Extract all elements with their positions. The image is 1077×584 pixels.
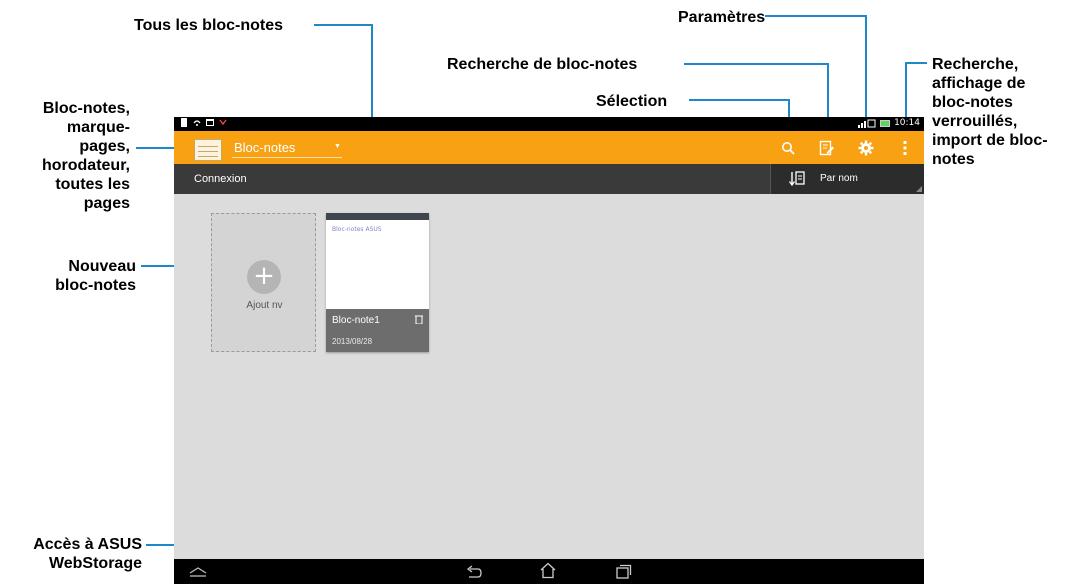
- screen-notification-icon: [206, 119, 214, 126]
- notebook-card[interactable]: Bloc-notes ASUS Bloc-note1 2013/08/28: [326, 213, 429, 352]
- callout-recherche-bloc-notes: Recherche de bloc-notes: [447, 56, 638, 73]
- wifi-notification-icon: [193, 120, 201, 126]
- selector-underline: [232, 157, 342, 158]
- gear-icon: [858, 140, 874, 156]
- system-navigation-bar: [174, 559, 924, 584]
- sort-dropdown-corner: [916, 186, 922, 192]
- overflow-menu-button[interactable]: [895, 138, 915, 158]
- callout-selection: Sélection: [596, 93, 668, 110]
- new-notebook-card[interactable]: + Ajout nv: [211, 213, 316, 352]
- sort-icon: [789, 171, 805, 186]
- menu-up-icon[interactable]: [189, 567, 207, 577]
- sort-selector[interactable]: Par nom: [770, 164, 924, 194]
- back-icon[interactable]: [466, 564, 482, 578]
- sort-label: Par nom: [820, 173, 858, 184]
- tablet-screen: 10:14 Bloc-notes ▼ Connexion Par nom + A…: [174, 117, 924, 584]
- callout-tous-bloc-notes: Tous les bloc-notes: [134, 17, 284, 34]
- settings-button[interactable]: [856, 138, 876, 158]
- notebook-menu-icon[interactable]: [415, 315, 423, 324]
- action-bar: Bloc-notes ▼: [174, 131, 924, 164]
- battery-icon: [880, 119, 891, 127]
- status-time: 10:14: [894, 118, 920, 128]
- edit-notebook-button[interactable]: [817, 138, 837, 158]
- callout-acces-webstorage: Accès à ASUS WebStorage: [33, 536, 142, 572]
- notebook-type-selector[interactable]: Bloc-notes: [234, 140, 295, 155]
- supernote-logo[interactable]: [194, 139, 222, 161]
- callout-recherche-affichage: Recherche, affichage de bloc-notes verro…: [932, 56, 1048, 168]
- notebook-date: 2013/08/28: [332, 337, 373, 346]
- notebook-name: Bloc-note1: [332, 315, 380, 326]
- leader-line: [905, 62, 927, 64]
- callout-nouveau-bloc-notes: Nouveau bloc-notes: [55, 258, 136, 294]
- leader-line: [314, 24, 373, 26]
- recent-apps-icon[interactable]: [616, 564, 632, 579]
- new-notebook-label: Ajout nv: [246, 300, 283, 311]
- overflow-menu-icon: [903, 141, 907, 155]
- leader-line: [689, 99, 790, 101]
- dropdown-arrow-icon[interactable]: ▼: [334, 143, 341, 150]
- signal-icon: [858, 119, 876, 128]
- notebook-cover-strip: [326, 213, 429, 220]
- status-bar: 10:14: [174, 117, 924, 131]
- webstorage-login-link[interactable]: Connexion: [194, 173, 247, 185]
- search-icon: [782, 142, 795, 155]
- leader-line: [684, 63, 829, 65]
- leader-line: [765, 15, 867, 17]
- home-icon[interactable]: [540, 562, 556, 579]
- document-notification-icon: [181, 118, 187, 127]
- sub-bar: Connexion Par nom: [174, 164, 924, 194]
- notebook-footer: Bloc-note1 2013/08/28: [326, 309, 429, 352]
- add-icon: +: [247, 260, 281, 294]
- notebook-preview-text: Bloc-notes ASUS: [332, 226, 382, 233]
- callout-parametres: Paramètres: [678, 9, 766, 26]
- callout-bloc-notes-marque-pages: Bloc-notes, marque- pages, horodateur, t…: [41, 100, 130, 212]
- missed-call-icon: [219, 119, 227, 126]
- edit-notebook-icon: [819, 140, 834, 156]
- search-button[interactable]: [778, 138, 798, 158]
